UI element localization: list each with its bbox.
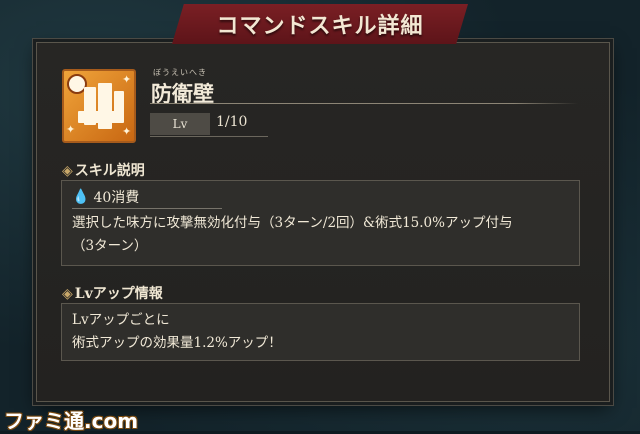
levelup-line: 術式アップの効果量1.2%アップ！	[72, 335, 282, 351]
section-heading-levelup: ◈ Lvアップ情報	[62, 286, 163, 302]
level-value: 1/10	[216, 114, 248, 130]
sparkle-icon: ✦	[122, 125, 132, 138]
watermark: ファミ通.com	[4, 409, 139, 433]
levelup-box: Lvアップごとに 術式アップの効果量1.2%アップ！	[61, 303, 580, 361]
description-line: 選択した味方に攻撃無効化付与（3ターン/2回）&術式15.0%アップ付与	[72, 215, 513, 231]
diamond-icon: ◈	[62, 286, 73, 302]
diamond-icon: ◈	[62, 163, 73, 179]
description-line: （3ターン）	[72, 238, 148, 254]
levelup-line: Lvアップごとに	[72, 312, 170, 328]
divider	[150, 103, 578, 104]
divider	[72, 208, 222, 209]
title-banner: コマンドスキル詳細	[172, 4, 468, 44]
section-heading-description: ◈ スキル説明	[62, 163, 145, 179]
level-label: Lv	[172, 117, 188, 131]
divider	[150, 136, 268, 137]
sparkle-icon: ✦	[66, 123, 76, 136]
skill-name-ruby: ぼうえいへき	[153, 68, 207, 77]
skill-shield-icon: ✦ ✦ ✦	[62, 69, 136, 143]
cost-row: 💧 40消費	[72, 187, 139, 207]
description-box: 💧 40消費 選択した味方に攻撃無効化付与（3ターン/2回）&術式15.0%アッ…	[61, 180, 580, 266]
cost-text: 40消費	[93, 190, 140, 206]
page-title: コマンドスキル詳細	[216, 13, 424, 39]
water-drop-icon: 💧	[72, 189, 90, 205]
level-badge: Lv	[150, 113, 210, 135]
sparkle-icon: ✦	[122, 73, 132, 86]
